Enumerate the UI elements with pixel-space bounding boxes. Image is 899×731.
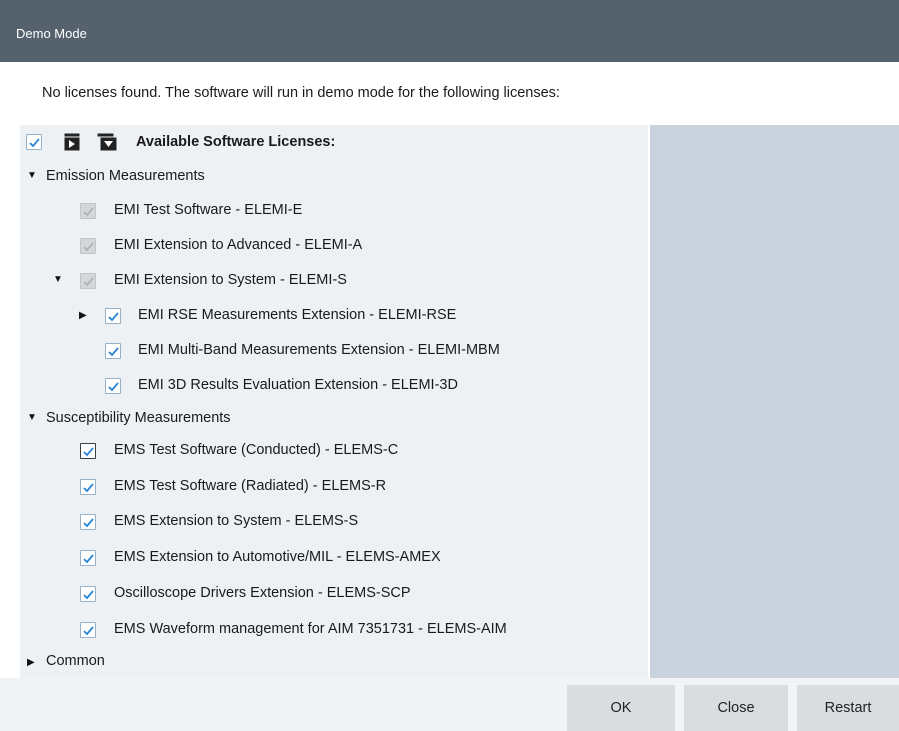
license-checkbox[interactable]: [80, 443, 96, 459]
license-checkbox[interactable]: [105, 378, 121, 394]
license-label: EMI Multi-Band Measurements Extension - …: [138, 342, 500, 358]
expanded-arrow-icon[interactable]: ▼: [53, 274, 63, 285]
license-label: EMS Extension to Automotive/MIL - ELEMS-…: [114, 549, 441, 565]
collapsed-arrow-icon[interactable]: ▶: [27, 657, 35, 668]
restart-button[interactable]: Restart: [797, 685, 899, 731]
license-checkbox: [80, 238, 96, 254]
license-label: EMI RSE Measurements Extension - ELEMI-R…: [138, 307, 457, 323]
select-all-checkbox[interactable]: [26, 134, 42, 150]
collapse-all-icon[interactable]: [97, 133, 117, 156]
window-title: Demo Mode: [16, 26, 87, 41]
collapsed-arrow-icon[interactable]: ▶: [79, 310, 87, 321]
details-panel: [650, 125, 899, 678]
license-label: EMS Extension to System - ELEMS-S: [114, 513, 359, 529]
info-message: No licenses found. The software will run…: [42, 85, 560, 101]
ok-button[interactable]: OK: [567, 685, 675, 731]
license-checkbox[interactable]: [105, 308, 121, 324]
available-licenses-heading: Available Software Licenses:: [136, 134, 336, 150]
license-label: EMI Test Software - ELEMI-E: [114, 202, 303, 218]
category-label: Common: [46, 653, 105, 669]
close-button[interactable]: Close: [684, 685, 788, 731]
expand-all-icon[interactable]: [64, 133, 80, 156]
license-checkbox[interactable]: [80, 550, 96, 566]
license-checkbox: [80, 273, 96, 289]
category-common[interactable]: ▶ Common: [20, 650, 648, 676]
license-checkbox[interactable]: [105, 343, 121, 359]
expanded-arrow-icon[interactable]: ▼: [27, 170, 37, 181]
license-label: EMI Extension to System - ELEMI-S: [114, 272, 347, 288]
license-checkbox[interactable]: [80, 586, 96, 602]
expanded-arrow-icon[interactable]: ▼: [27, 412, 37, 423]
category-susceptibility-measurements[interactable]: ▼ Susceptibility Measurements: [20, 406, 648, 432]
license-checkbox[interactable]: [80, 622, 96, 638]
license-label: EMI Extension to Advanced - ELEMI-A: [114, 237, 363, 253]
category-emission-measurements[interactable]: ▼ Emission Measurements: [20, 164, 648, 190]
license-label: EMI 3D Results Evaluation Extension - EL…: [138, 377, 458, 393]
category-label: Susceptibility Measurements: [46, 410, 231, 426]
license-label: Oscilloscope Drivers Extension - ELEMS-S…: [114, 585, 411, 601]
license-label: EMS Test Software (Conducted) - ELEMS-C: [114, 442, 399, 458]
license-label: EMS Waveform management for AIM 7351731 …: [114, 621, 507, 637]
category-label: Emission Measurements: [46, 168, 205, 184]
license-checkbox[interactable]: [80, 479, 96, 495]
license-checkbox[interactable]: [80, 514, 96, 530]
title-bar: Demo Mode: [0, 0, 899, 62]
license-checkbox: [80, 203, 96, 219]
license-label: EMS Test Software (Radiated) - ELEMS-R: [114, 478, 387, 494]
